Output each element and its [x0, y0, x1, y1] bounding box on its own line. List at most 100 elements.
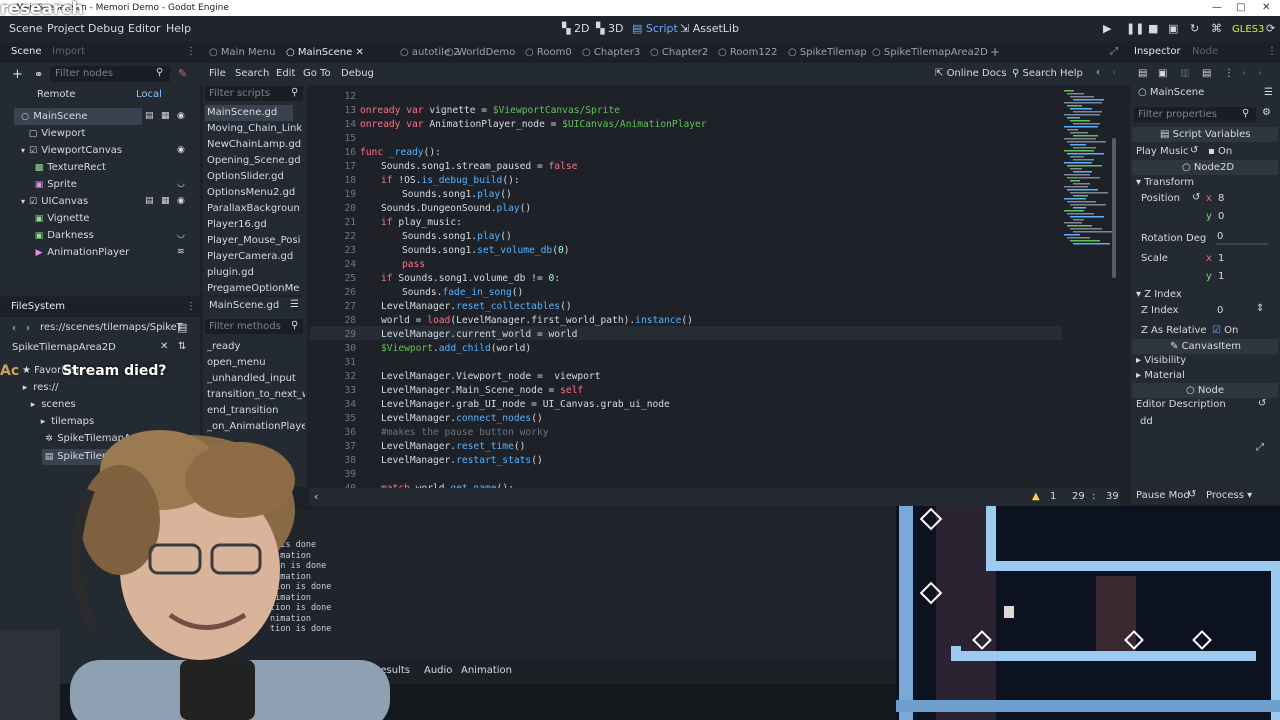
- tab-room122[interactable]: ○ Room122: [718, 47, 777, 58]
- script-menu-search[interactable]: Search: [235, 68, 269, 79]
- renderer-label[interactable]: GLES3: [1232, 24, 1264, 35]
- tab-mainscene[interactable]: ○ MainScene ✕: [286, 47, 364, 58]
- minimize-icon[interactable]: —: [1212, 0, 1222, 16]
- tab-main-menu[interactable]: ○ Main Menu: [209, 47, 275, 58]
- movie-icon[interactable]: ⌘: [1211, 22, 1222, 35]
- tree-node-uicanvas[interactable]: ▾ ☑ UICanvas: [18, 193, 88, 210]
- visibility-eye-icon[interactable]: ◉: [177, 196, 185, 206]
- inspector-settings-icon[interactable]: ⚙: [1262, 107, 1271, 118]
- warning-icon[interactable]: ▲: [1032, 491, 1040, 502]
- distraction-free-icon[interactable]: ⤢: [1110, 46, 1118, 57]
- tree-node-vignette[interactable]: ▣ Vignette: [34, 210, 90, 227]
- dock-menu-icon[interactable]: ⋮: [186, 301, 196, 312]
- new-resource-icon[interactable]: ▤: [1138, 68, 1147, 79]
- prev-script-icon[interactable]: ‹: [1096, 67, 1100, 78]
- revert-icon[interactable]: ↺: [1190, 145, 1198, 156]
- link-icon[interactable]: ⚭: [34, 68, 43, 81]
- tree-node-mainscene[interactable]: ○ MainScene: [20, 108, 88, 125]
- visibility-eye-icon[interactable]: ◉: [177, 111, 185, 121]
- script-icon[interactable]: ▤: [145, 196, 154, 206]
- expand-field-icon[interactable]: ⤢: [1256, 442, 1264, 453]
- search-help-button[interactable]: ⚲ Search Help: [1012, 68, 1083, 79]
- visibility-hidden-icon[interactable]: ◡: [177, 230, 185, 240]
- rotation-input[interactable]: 0: [1217, 231, 1223, 242]
- sort-icon[interactable]: ⇅: [178, 341, 186, 352]
- rotation-slider[interactable]: [1216, 243, 1268, 245]
- tree-node-darkness[interactable]: ▣ Darkness: [34, 227, 94, 244]
- tab-room0[interactable]: ○ Room0: [525, 47, 572, 58]
- transform-section[interactable]: ▾ Transform: [1136, 177, 1194, 188]
- path-field[interactable]: res://scenes/tilemaps/SpikeT: [40, 322, 183, 333]
- workspace-assetlib[interactable]: ⇲ AssetLib: [680, 22, 739, 35]
- script-list-item[interactable]: PregameOptionMe: [207, 281, 305, 297]
- script-list-item[interactable]: MainScene.gd: [207, 105, 305, 121]
- filter-methods-input[interactable]: Filter methods ⚲: [205, 319, 303, 334]
- revert-icon[interactable]: ↺: [1188, 489, 1196, 500]
- menu-help[interactable]: Help: [166, 22, 191, 35]
- fs-root[interactable]: ▸ res://: [20, 379, 59, 396]
- material-section[interactable]: ▸ Material: [1136, 370, 1185, 381]
- script-list-item[interactable]: NewChainLamp.gd: [207, 137, 305, 153]
- dock-menu-icon[interactable]: ⋮: [186, 46, 196, 57]
- reload-icon[interactable]: ↻: [1190, 22, 1199, 35]
- close-tab-icon[interactable]: ✕: [352, 47, 363, 58]
- stop-icon[interactable]: ■: [1148, 22, 1158, 35]
- tree-node-sprite[interactable]: ▣ Sprite: [34, 176, 77, 193]
- script-menu-debug[interactable]: Debug: [341, 68, 374, 79]
- history-back-icon[interactable]: ‹: [1242, 68, 1246, 79]
- visibility-hidden-icon[interactable]: ◡: [177, 179, 185, 189]
- load-resource-icon[interactable]: ▣: [1158, 68, 1167, 79]
- script-list-item[interactable]: Player_Mouse_Posi: [207, 233, 305, 249]
- fs-folder-tilemaps[interactable]: ▸ tilemaps: [38, 413, 95, 430]
- clear-search-icon[interactable]: ✕: [160, 341, 168, 352]
- method-list-item[interactable]: transition_to_next_wor: [207, 387, 305, 403]
- local-tab[interactable]: Local: [136, 89, 162, 100]
- close-window-icon[interactable]: ✕: [1262, 0, 1270, 16]
- script-list-item[interactable]: OptionSlider.gd: [207, 169, 305, 185]
- menu-scene[interactable]: Scene: [9, 22, 43, 35]
- script-attach-icon[interactable]: ✎: [178, 67, 187, 80]
- section-script-variables[interactable]: ▤ Script Variables: [1132, 127, 1278, 142]
- filter-properties-input[interactable]: Filter properties ⚲: [1134, 107, 1256, 122]
- z-relative-checkbox[interactable]: ☑ On: [1212, 325, 1238, 336]
- tab-audio[interactable]: Audio: [424, 665, 452, 676]
- position-x-input[interactable]: 8: [1218, 193, 1224, 204]
- script-menu-goto[interactable]: Go To: [303, 68, 331, 79]
- remote-tab[interactable]: Remote: [37, 89, 76, 100]
- zindex-input[interactable]: 0: [1217, 305, 1223, 316]
- tab-import[interactable]: Import: [52, 46, 85, 57]
- tab-inspector[interactable]: Inspector: [1134, 46, 1181, 57]
- spinner-icon[interactable]: ⇕: [1256, 303, 1264, 314]
- pause-mode-select[interactable]: Process ▾: [1206, 490, 1252, 501]
- tab-chapter3[interactable]: ○ Chapter3: [582, 47, 640, 58]
- scale-y-input[interactable]: 1: [1218, 271, 1224, 282]
- tree-node-animationplayer[interactable]: ▶ AnimationPlayer: [34, 244, 130, 261]
- script-list-item[interactable]: PlayerCamera.gd: [207, 249, 305, 265]
- layout-toggle-icon[interactable]: ▤: [177, 321, 187, 334]
- forward-arrow-icon[interactable]: ›: [26, 323, 30, 334]
- workspace-script[interactable]: ▤ Script: [632, 22, 678, 35]
- script-list-item[interactable]: Opening_Scene.gd: [207, 153, 305, 169]
- script-icon[interactable]: ▤: [145, 111, 154, 121]
- tab-scene[interactable]: Scene: [11, 46, 42, 57]
- script-list-item[interactable]: Moving_Chain_Link: [207, 121, 305, 137]
- save-resource-icon[interactable]: ▥: [1180, 68, 1189, 79]
- script-list-item[interactable]: plugin.gd: [207, 265, 305, 281]
- tree-node-viewport[interactable]: ▢ Viewport: [28, 125, 86, 142]
- script-menu-edit[interactable]: Edit: [276, 68, 295, 79]
- revert-icon[interactable]: ↺: [1258, 398, 1266, 409]
- section-canvasitem[interactable]: ✎ CanvasItem: [1132, 339, 1278, 354]
- more-icon[interactable]: ⋮: [1224, 68, 1234, 79]
- sort-icon[interactable]: ☰: [290, 299, 299, 310]
- tab-animation[interactable]: Animation: [461, 665, 512, 676]
- script-menu-file[interactable]: File: [209, 68, 226, 79]
- workspace-3d[interactable]: ▚ 3D: [596, 22, 623, 35]
- revert-icon[interactable]: ↺: [1192, 192, 1200, 203]
- play-icon[interactable]: ▶: [1103, 22, 1111, 35]
- tree-node-viewportcanvas[interactable]: ▾ ☑ ViewportCanvas: [18, 142, 122, 159]
- maximize-icon[interactable]: □: [1236, 0, 1245, 16]
- method-list-item[interactable]: _unhandled_input: [207, 371, 305, 387]
- tab-filesystem[interactable]: FileSystem: [11, 301, 65, 312]
- tab-spiketilemap[interactable]: ○ SpikeTilemap: [788, 47, 867, 58]
- online-docs-button[interactable]: ⇱ Online Docs: [935, 68, 1007, 79]
